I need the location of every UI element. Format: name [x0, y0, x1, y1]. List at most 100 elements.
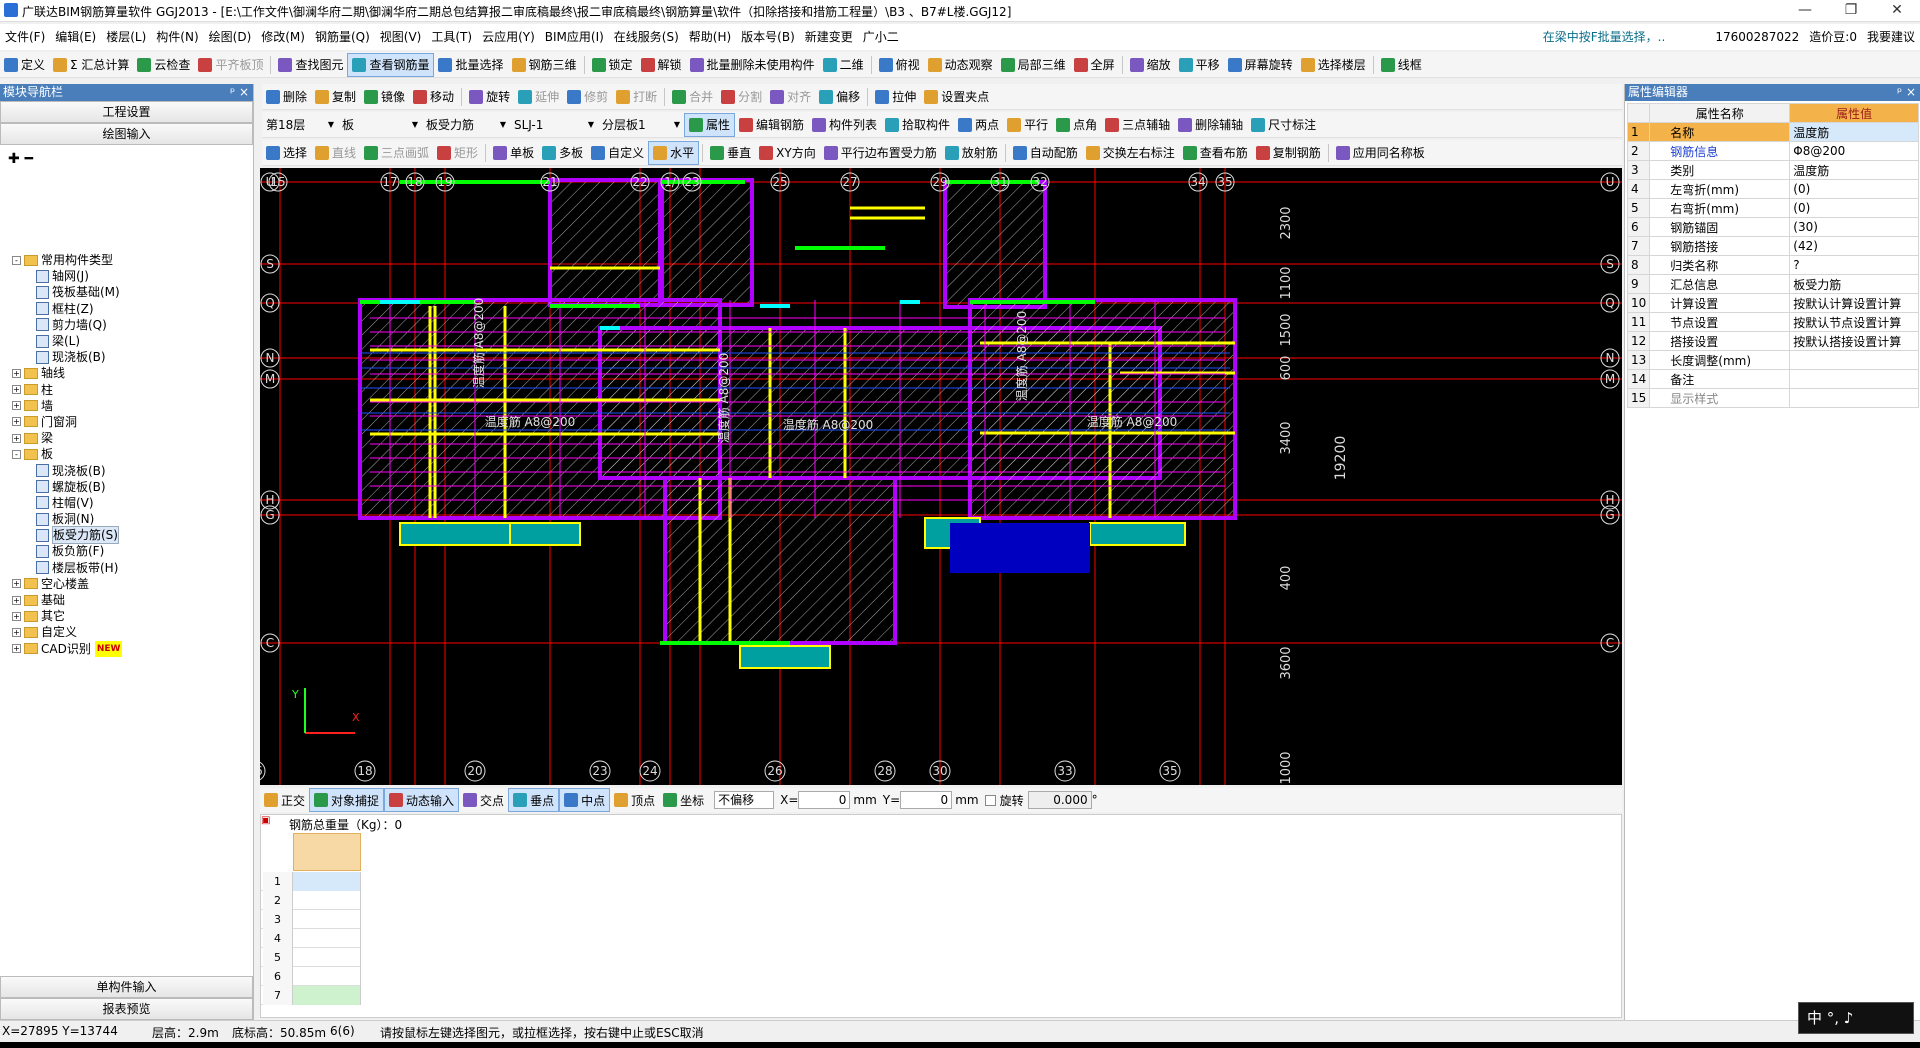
select-type[interactable]: 板 ▼ — [338, 113, 422, 137]
tree-node[interactable]: 现浇板(B) — [0, 349, 254, 365]
menu-2[interactable]: 楼层(L) — [101, 24, 151, 50]
tree-node[interactable]: 轴网(J) — [0, 268, 254, 284]
tree-node[interactable]: 板受力筋(S) — [0, 526, 254, 545]
menu-15[interactable]: 广小二 — [858, 24, 904, 50]
property-value[interactable]: ? — [1789, 255, 1919, 275]
expander-icon[interactable]: - — [12, 255, 21, 265]
minimize-button[interactable]: — — [1782, 0, 1828, 22]
tb4-button-4[interactable]: 单板 — [489, 141, 538, 165]
ime-indicator[interactable]: 中 °, ♪ — [1798, 1002, 1914, 1034]
tree-node[interactable]: 板洞(N) — [0, 511, 254, 527]
tree-node[interactable]: + 空心楼盖 — [0, 576, 254, 592]
menu-5[interactable]: 修改(M) — [256, 24, 310, 50]
property-value[interactable]: Φ8@200 — [1789, 141, 1919, 161]
tb1-button-10[interactable]: 批量删除未使用构件 — [686, 53, 819, 77]
property-pin-icon[interactable]: ᵖ × — [1897, 84, 1916, 101]
property-row[interactable]: 4 左弯折(mm) (0) — [1626, 179, 1919, 199]
property-row[interactable]: 10 计算设置 按默认计算设置计算 — [1626, 293, 1919, 313]
tree-node[interactable]: + 自定义 — [0, 624, 254, 640]
property-value[interactable]: 板受力筋 — [1789, 274, 1919, 294]
expander-icon[interactable]: + — [12, 595, 21, 605]
tree-node[interactable]: + CAD识别 NEW — [0, 640, 254, 657]
tb2-button-12[interactable]: 拉伸 — [871, 85, 920, 109]
property-row[interactable]: 8 归类名称? — [1626, 255, 1919, 275]
tb4-button-15[interactable]: 复制钢筋 — [1252, 141, 1325, 165]
expander-icon[interactable]: - — [12, 449, 21, 459]
tree-node[interactable]: 筏板基础(M) — [0, 284, 254, 300]
drawing-canvas[interactable]: 1517181921221/23252729313234351618202324… — [260, 168, 1622, 785]
tb1-button-0[interactable]: 定义 — [0, 53, 49, 77]
grid-row[interactable]: 7 — [261, 986, 361, 1005]
grid-cell[interactable] — [293, 910, 361, 929]
select-floor[interactable]: 第18层 ▼ — [262, 113, 338, 137]
x-input[interactable]: 0 — [798, 791, 851, 809]
property-value[interactable]: (42) — [1789, 236, 1919, 256]
expander-icon[interactable]: + — [12, 579, 21, 589]
snap-button-2[interactable]: 动态输入 — [384, 788, 460, 812]
tb2-button-10[interactable]: 对齐 — [766, 85, 815, 109]
price-beans[interactable]: 造价豆:0 — [1804, 24, 1862, 50]
tb3-button-9[interactable]: 尺寸标注 — [1247, 113, 1320, 137]
tb1-button-15[interactable]: 全屏 — [1070, 53, 1119, 77]
tb1-button-14[interactable]: 局部三维 — [997, 53, 1070, 77]
tb1-button-5[interactable]: 查看钢筋量 — [347, 52, 435, 77]
tree-node[interactable]: + 门窗洞 — [0, 414, 254, 430]
maximize-button[interactable]: ❐ — [1828, 0, 1874, 22]
tree-node[interactable]: + 墙 — [0, 398, 254, 414]
menu-11[interactable]: 在线服务(S) — [609, 24, 684, 50]
expander-icon[interactable]: + — [12, 644, 21, 654]
tb3-button-2[interactable]: 构件列表 — [808, 113, 881, 137]
property-row[interactable]: 14 备注 — [1626, 369, 1919, 389]
tb1-button-17[interactable]: 平移 — [1175, 53, 1224, 77]
project-settings-button[interactable]: 工程设置 — [0, 101, 253, 123]
menu-6[interactable]: 钢筋量(Q) — [310, 24, 375, 50]
tree-node[interactable]: 板负筋(F) — [0, 543, 254, 559]
property-value[interactable] — [1789, 388, 1919, 408]
property-value[interactable]: 温度筋 — [1789, 122, 1919, 142]
grid-row[interactable]: 3 — [261, 910, 361, 929]
tb1-button-3[interactable]: 平齐板顶 — [194, 53, 267, 77]
single-component-input-button[interactable]: 单构件输入 — [0, 976, 253, 998]
property-row[interactable]: 7 钢筋搭接 (42) — [1626, 236, 1919, 256]
expander-icon[interactable]: + — [12, 433, 21, 443]
grid-row[interactable]: 6 — [261, 967, 361, 986]
tb4-button-14[interactable]: 查看布筋 — [1179, 141, 1252, 165]
menu-13[interactable]: 版本号(B) — [736, 24, 800, 50]
tb2-button-8[interactable]: 合并 — [668, 85, 717, 109]
grid-cell[interactable] — [293, 967, 361, 986]
tb1-button-13[interactable]: 动态观察 — [924, 53, 997, 77]
property-value[interactable] — [1789, 350, 1919, 370]
tb4-button-13[interactable]: 交换左右标注 — [1082, 141, 1179, 165]
property-row[interactable]: 1 名称 温度筋 — [1626, 122, 1919, 142]
tree-node[interactable]: 框柱(Z) — [0, 301, 254, 317]
expand-collapse-icons[interactable]: ✚ ━ — [0, 145, 253, 175]
tb4-button-9[interactable]: XY方向 — [755, 141, 820, 165]
menu-12[interactable]: 帮助(H) — [684, 24, 736, 50]
grid-row[interactable]: 5 — [261, 948, 361, 967]
tree-node[interactable]: + 轴线 — [0, 365, 254, 381]
rotate-input[interactable]: 0.000 — [1027, 791, 1092, 809]
tree-node[interactable]: + 基础 — [0, 592, 254, 608]
tb1-button-19[interactable]: 选择楼层 — [1297, 53, 1370, 77]
tb4-button-6[interactable]: 自定义 — [587, 141, 648, 165]
property-row[interactable]: 9 汇总信息 板受力筋 — [1626, 274, 1919, 294]
tb2-button-5[interactable]: 延伸 — [514, 85, 563, 109]
grid-cell[interactable] — [293, 986, 361, 1005]
y-input[interactable]: 0 — [900, 791, 953, 809]
tb4-button-0[interactable]: 选择 — [262, 141, 311, 165]
snap-button-1[interactable]: 对象捕捉 — [309, 788, 385, 812]
menu-10[interactable]: BIM应用(I) — [540, 24, 609, 50]
tb4-button-10[interactable]: 平行边布置受力筋 — [820, 141, 941, 165]
property-value[interactable]: (0) — [1789, 198, 1919, 218]
menu-0[interactable]: 文件(F) — [0, 24, 50, 50]
tb2-button-3[interactable]: 移动 — [409, 85, 458, 109]
tb2-button-11[interactable]: 偏移 — [815, 85, 864, 109]
expander-icon[interactable]: + — [12, 368, 21, 378]
tb3-button-5[interactable]: 平行 — [1003, 113, 1052, 137]
tb1-button-16[interactable]: 缩放 — [1126, 53, 1175, 77]
tb1-button-11[interactable]: 二维 — [819, 53, 868, 77]
grid-cell[interactable] — [293, 948, 361, 967]
tb1-button-12[interactable]: 俯视 — [875, 53, 924, 77]
tb1-button-2[interactable]: 云检查 — [133, 53, 194, 77]
grid-cell[interactable] — [293, 872, 361, 891]
